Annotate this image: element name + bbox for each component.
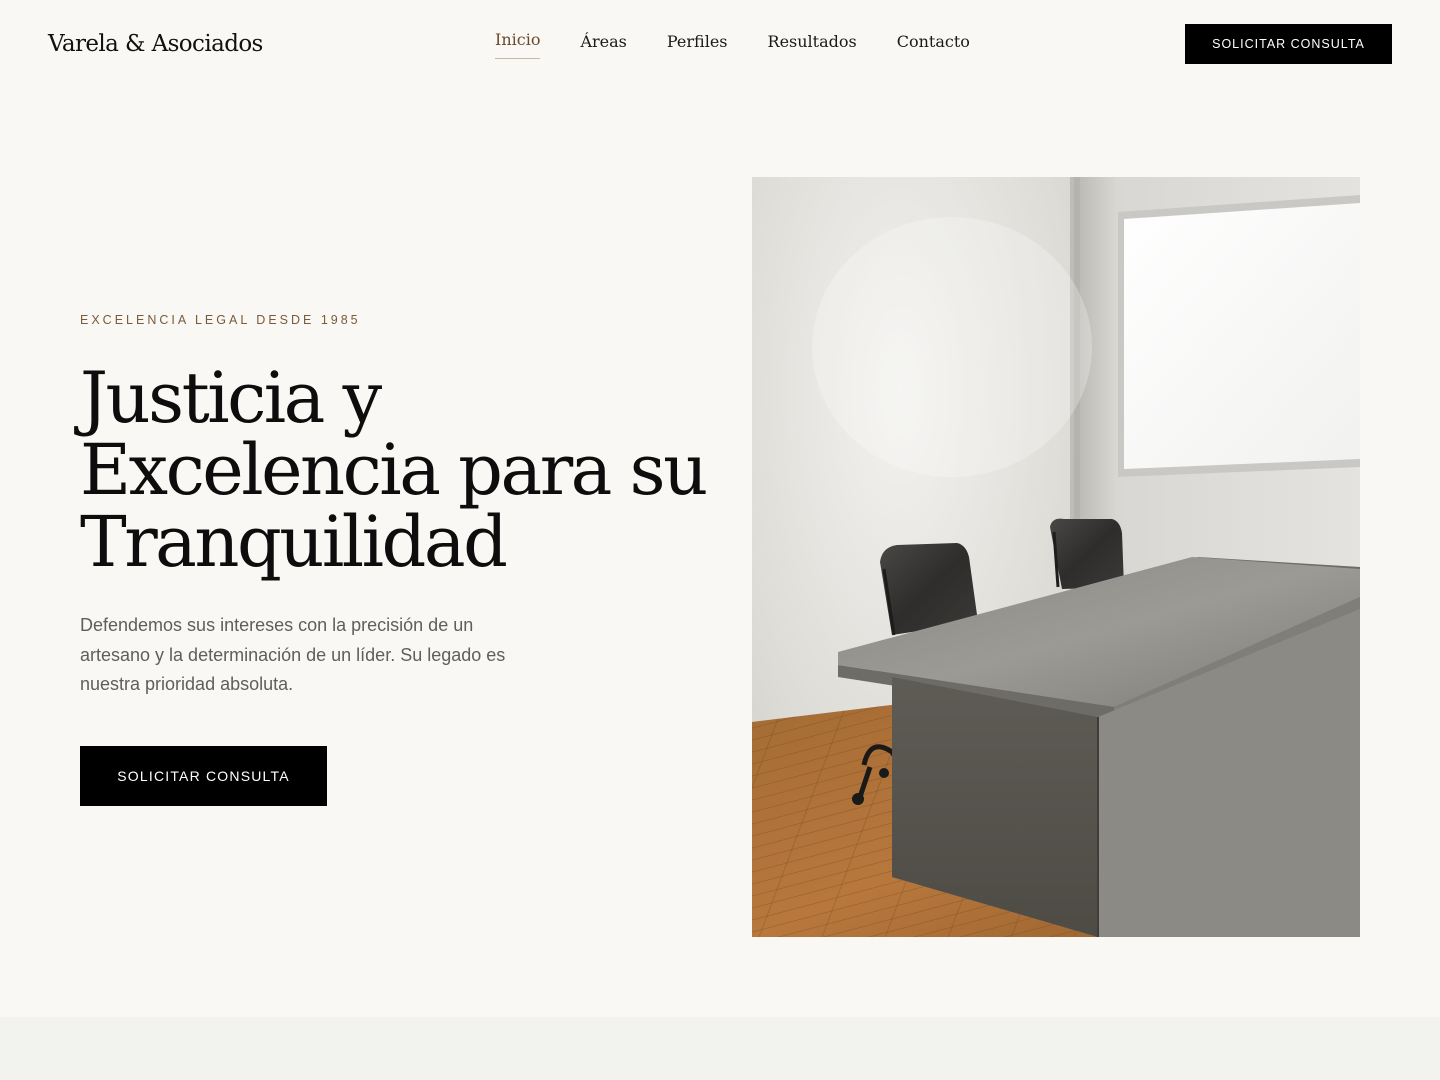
nav-item-contacto[interactable]: Contacto bbox=[897, 30, 970, 60]
page: Varela & Asociados Inicio Áreas Perfiles… bbox=[0, 0, 1440, 1080]
main-nav: Inicio Áreas Perfiles Resultados Contact… bbox=[495, 30, 970, 60]
next-section-band bbox=[0, 1017, 1440, 1080]
site-header: Varela & Asociados Inicio Áreas Perfiles… bbox=[0, 0, 1440, 88]
header-consultation-button[interactable]: SOLICITAR CONSULTA bbox=[1185, 24, 1392, 64]
nav-item-inicio[interactable]: Inicio bbox=[495, 28, 541, 59]
nav-item-resultados[interactable]: Resultados bbox=[768, 30, 857, 60]
hero-eyebrow: EXCELENCIA LEGAL DESDE 1985 bbox=[80, 313, 361, 327]
hero-consultation-button[interactable]: SOLICITAR CONSULTA bbox=[80, 746, 327, 806]
nav-item-areas[interactable]: Áreas bbox=[580, 30, 626, 60]
hero-office-image bbox=[752, 177, 1360, 937]
brand-logo[interactable]: Varela & Asociados bbox=[48, 31, 263, 57]
hero-description: Defendemos sus intereses con la precisió… bbox=[80, 615, 506, 694]
hero-title: Justicia y Excelencia para su Tranquilid… bbox=[80, 357, 708, 583]
office-room-illustration bbox=[752, 177, 1360, 937]
nav-item-perfiles[interactable]: Perfiles bbox=[667, 30, 728, 60]
